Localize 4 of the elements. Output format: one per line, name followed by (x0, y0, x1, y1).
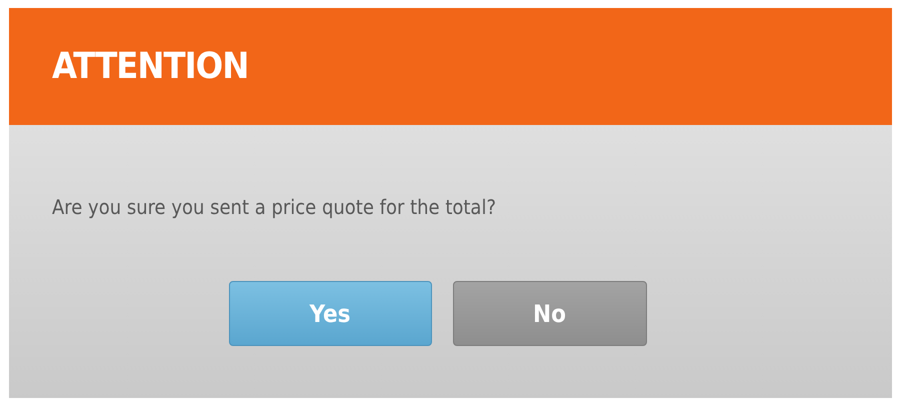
confirm-button[interactable]: Yes (228, 281, 432, 346)
cancel-button[interactable]: No (452, 281, 646, 346)
dialog-title: ATTENTION (52, 46, 248, 87)
dialog-message: Are you sure you sent a price quote for the total? (52, 195, 498, 219)
